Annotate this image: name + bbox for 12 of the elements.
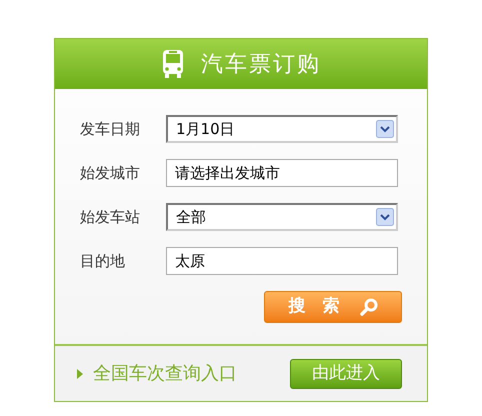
dropdown[interactable]: 1月10日 xyxy=(166,115,398,143)
search-icon xyxy=(360,298,378,316)
dropdown[interactable]: 全部 xyxy=(166,203,398,231)
triangle-icon xyxy=(77,368,83,378)
field-label: 始发车站 xyxy=(80,206,141,228)
input-field[interactable]: 太原 xyxy=(166,247,398,275)
bus-icon xyxy=(161,48,185,80)
header-title: 汽车票订购 xyxy=(201,50,321,78)
field-label: 始发城市 xyxy=(80,162,141,184)
input-field[interactable]: 请选择出发城市 xyxy=(166,159,398,187)
field-label: 目的地 xyxy=(80,250,126,272)
field-label: 发车日期 xyxy=(80,118,141,140)
